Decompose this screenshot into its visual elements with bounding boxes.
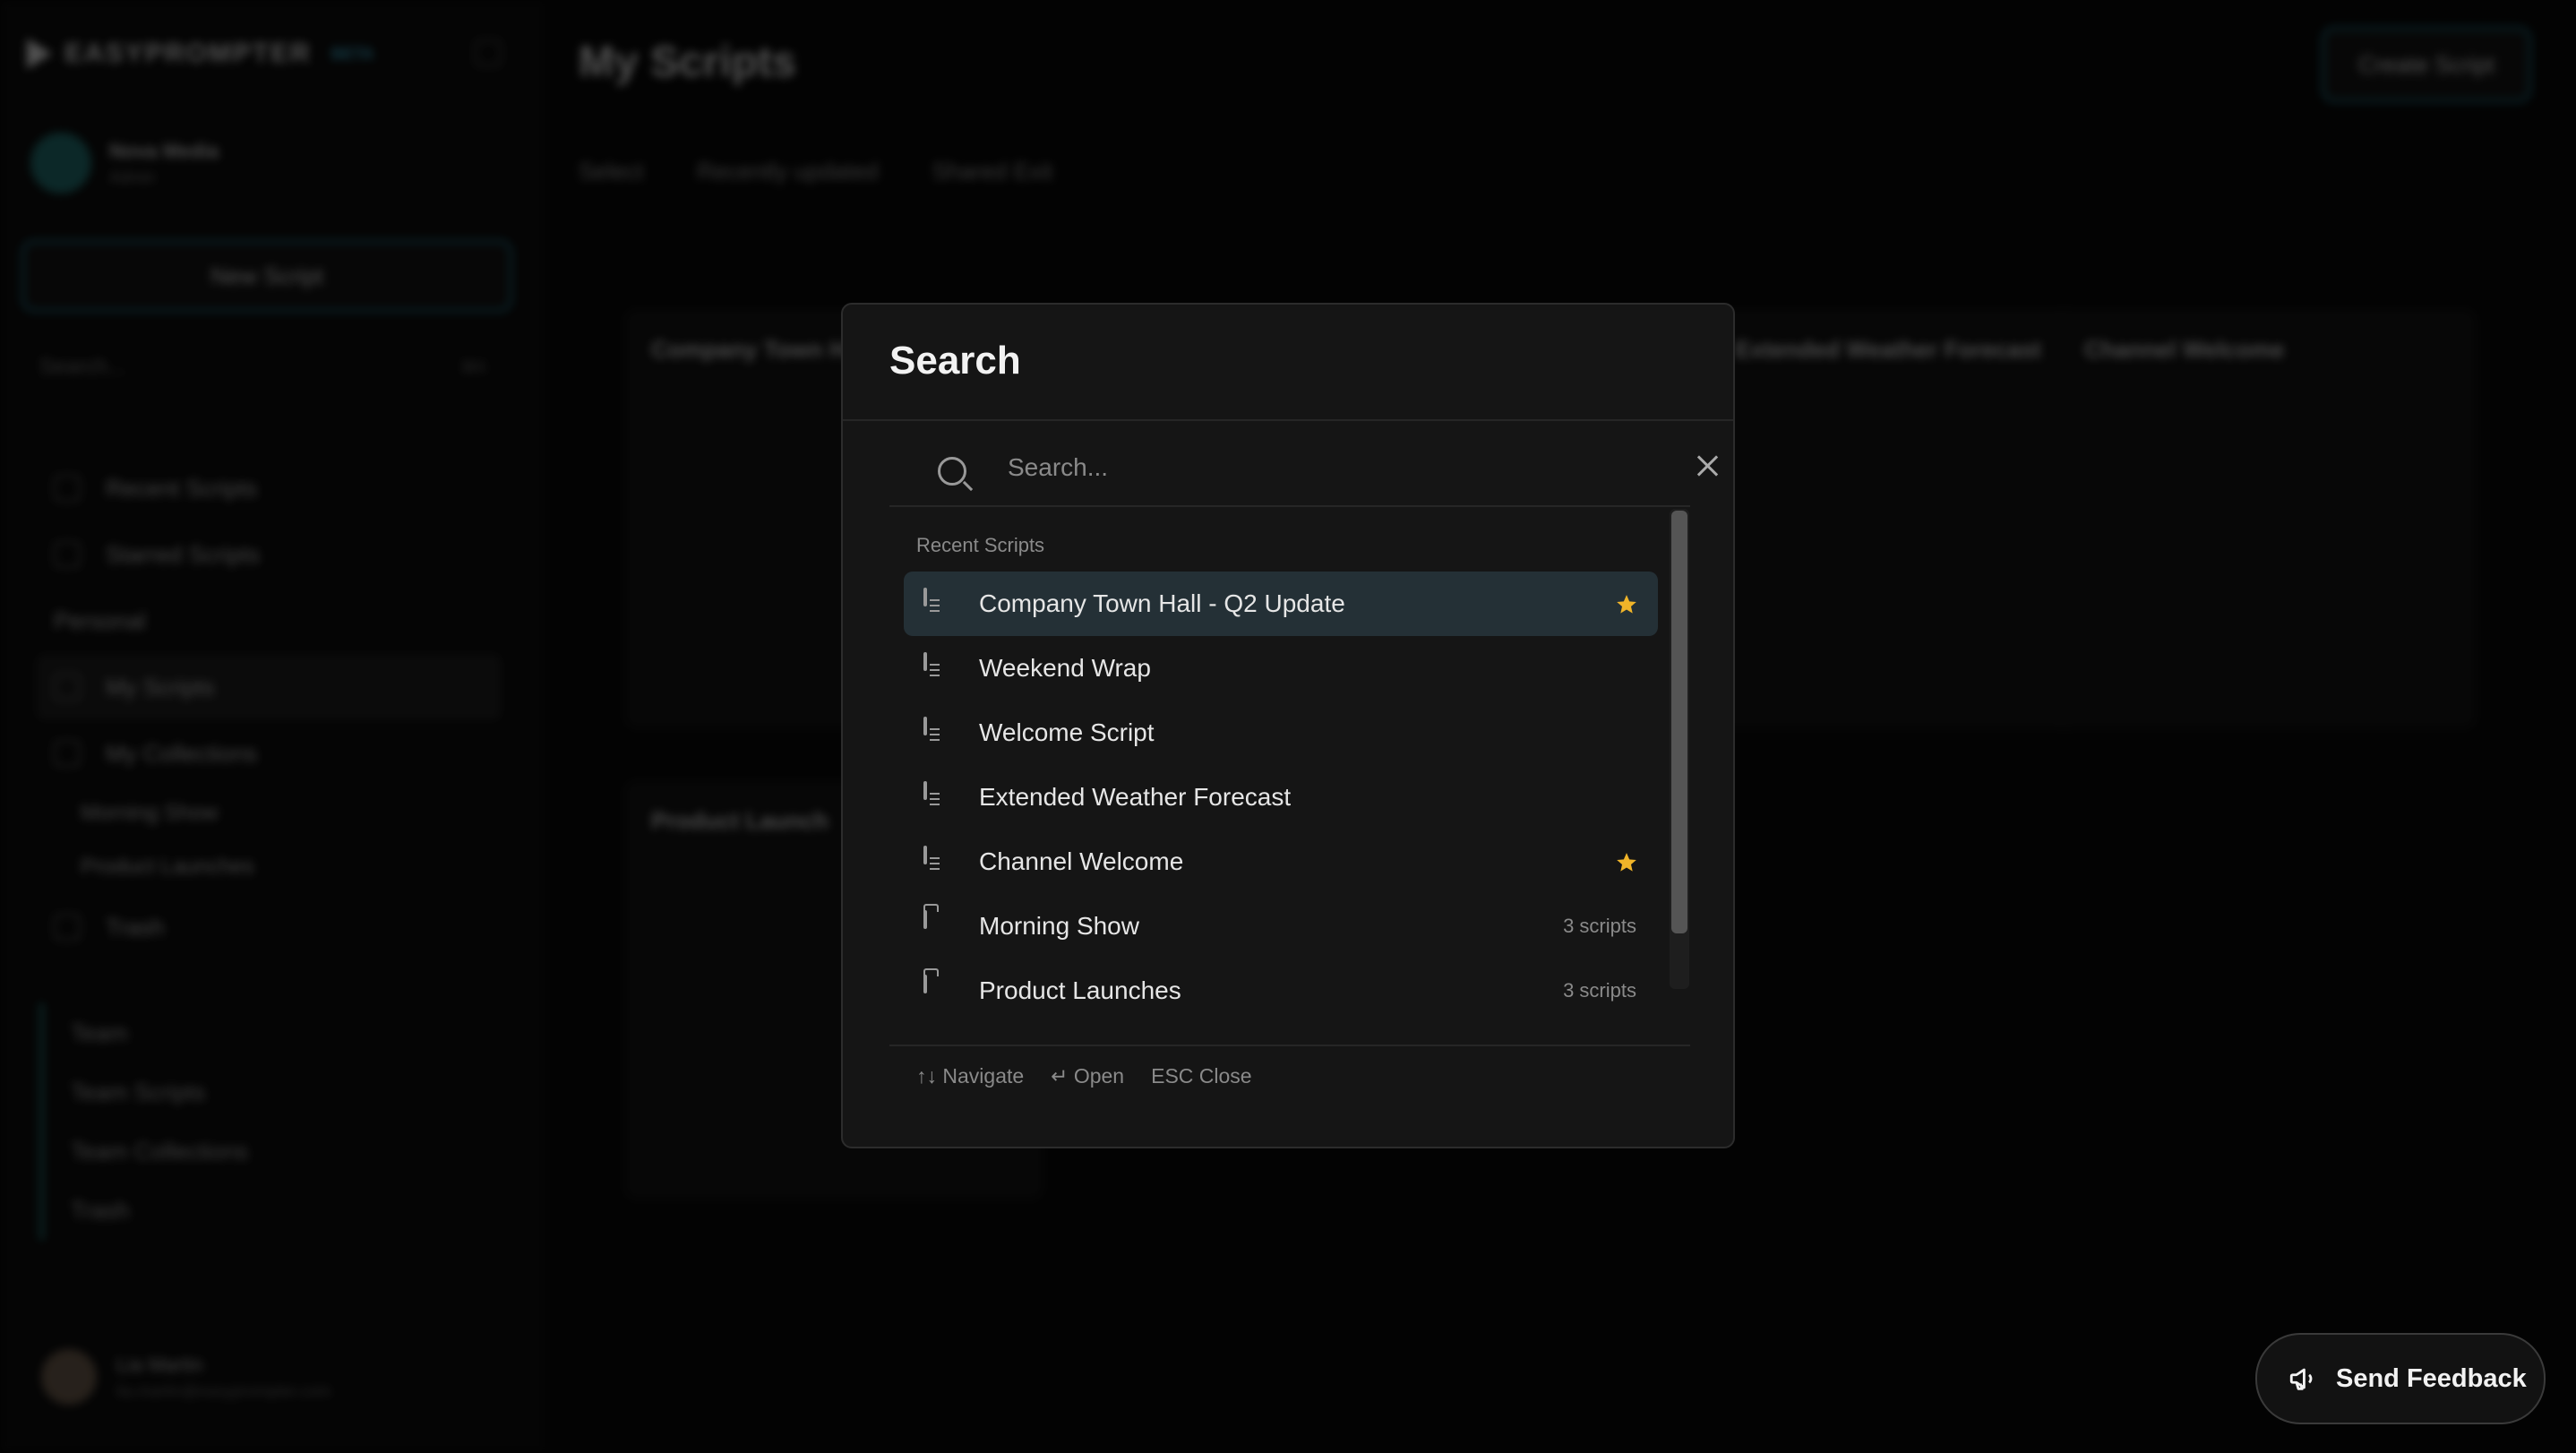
close-icon[interactable]: [1692, 450, 1724, 482]
document-icon: [923, 588, 950, 620]
folder-icon: [923, 910, 950, 942]
hint-navigate: ↑↓ Navigate: [916, 1064, 1025, 1088]
result-label: Product Launches: [979, 976, 1181, 1004]
result-label: Channel Welcome: [979, 847, 1184, 875]
search-result-item[interactable]: Company Town Hall - Q2 Update: [904, 572, 1658, 636]
scrollbar-thumb[interactable]: [1671, 511, 1687, 933]
document-icon: [923, 652, 950, 684]
megaphone-icon: [2289, 1368, 2313, 1390]
send-feedback-button[interactable]: Send Feedback: [2255, 1333, 2546, 1424]
search-results: Company Town Hall - Q2 Update Weekend Wr…: [904, 572, 1658, 1342]
result-label: Morning Show: [979, 912, 1139, 940]
send-feedback-label: Send Feedback: [2336, 1363, 2527, 1393]
divider: [889, 1045, 1690, 1046]
document-icon: [923, 781, 950, 813]
result-label: Weekend Wrap: [979, 654, 1151, 682]
results-scrollbar[interactable]: [1670, 509, 1689, 989]
result-count: 3 scripts: [1563, 979, 1636, 1002]
search-result-item[interactable]: Product Launches 3 scripts: [904, 959, 1658, 1023]
folder-icon: [923, 975, 950, 1007]
search-bar: [907, 421, 1638, 512]
search-result-item[interactable]: Welcome Script: [904, 701, 1658, 765]
result-label: Extended Weather Forecast: [979, 783, 1292, 811]
result-label: Company Town Hall - Q2 Update: [979, 589, 1345, 617]
search-result-item[interactable]: Channel Welcome: [904, 830, 1658, 894]
star-icon[interactable]: [1615, 851, 1638, 874]
divider: [889, 505, 1690, 507]
hint-open: ↵ Open: [1051, 1064, 1125, 1088]
search-modal: Search Recent Scripts Company Town Hall …: [841, 303, 1735, 1148]
result-label: Welcome Script: [979, 718, 1155, 746]
search-result-item[interactable]: Morning Show 3 scripts: [904, 894, 1658, 959]
result-count: 3 scripts: [1563, 915, 1636, 937]
search-result-item[interactable]: Extended Weather Forecast: [904, 765, 1658, 830]
search-icon: [938, 457, 966, 486]
search-result-item[interactable]: Weekend Wrap: [904, 636, 1658, 701]
keyboard-hints: ↑↓ Navigate ↵ Open ESC Close: [916, 1064, 1252, 1088]
star-icon[interactable]: [1615, 593, 1638, 616]
section-heading: Recent Scripts: [916, 534, 1045, 556]
search-modal-title: Search: [889, 339, 1021, 383]
search-input[interactable]: [1008, 444, 1563, 491]
document-icon: [923, 846, 950, 878]
document-icon: [923, 717, 950, 749]
hint-close: ESC Close: [1151, 1064, 1252, 1088]
